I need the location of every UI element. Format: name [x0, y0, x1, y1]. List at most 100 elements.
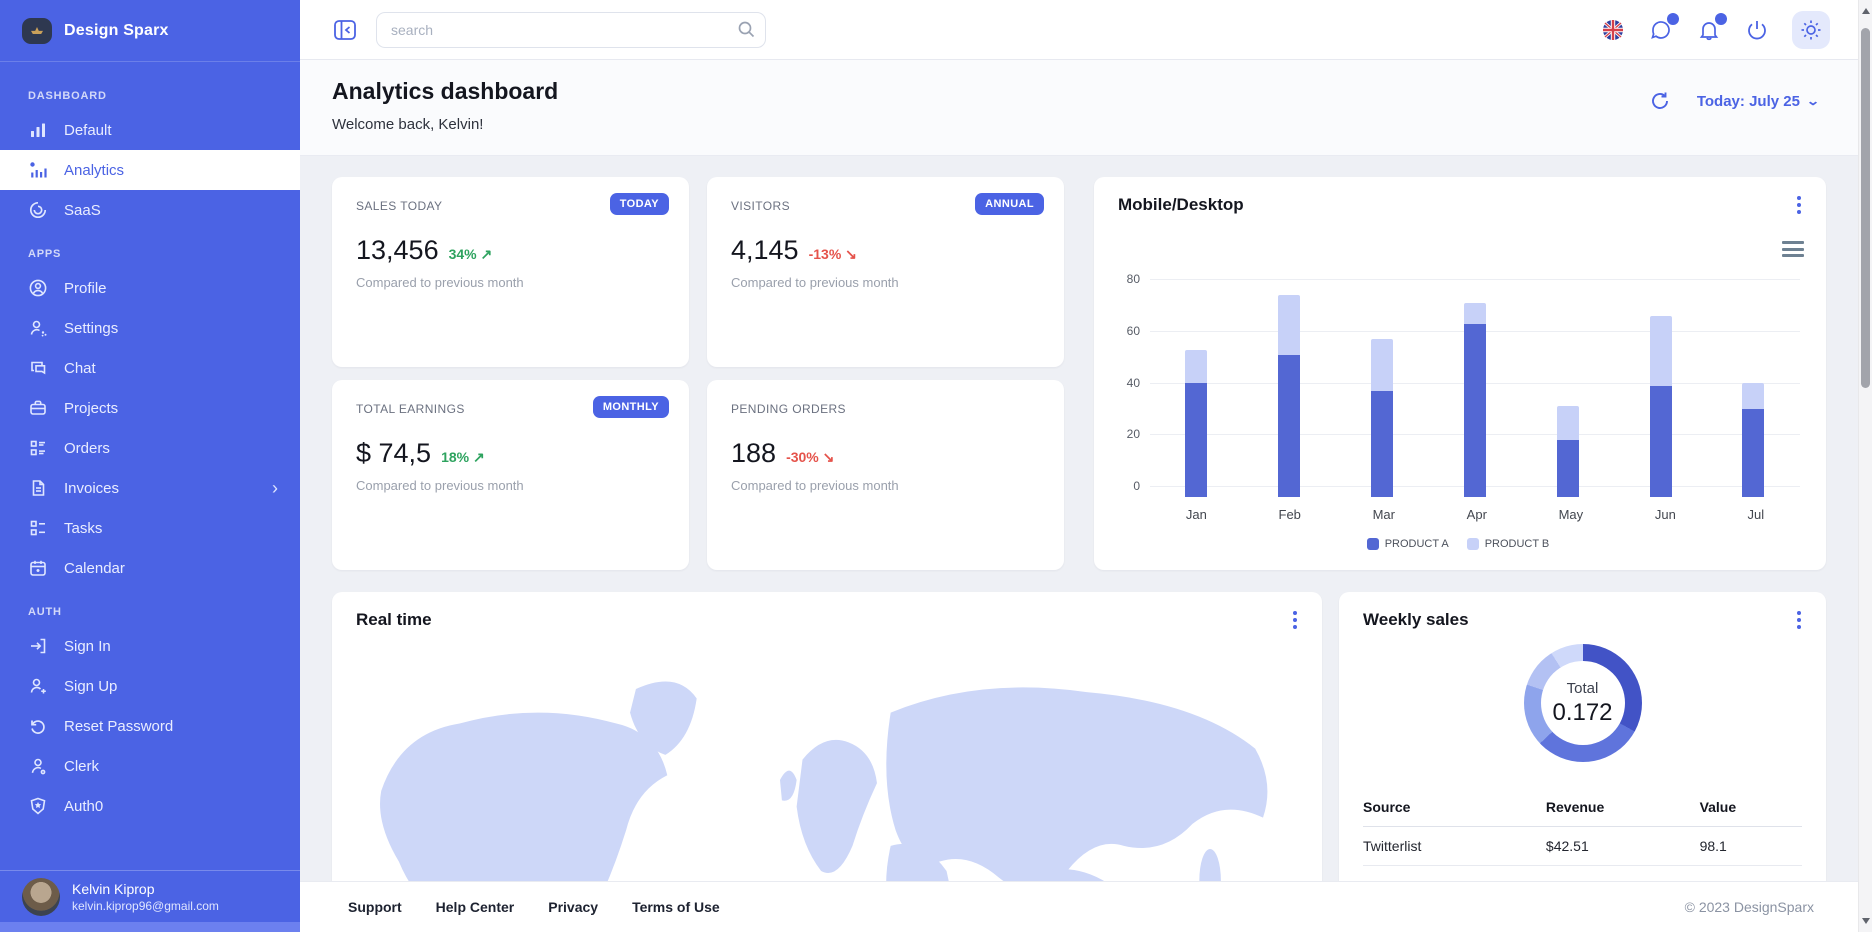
chevron-down-icon: ⌄	[1806, 94, 1820, 108]
stat-card-value: 188	[731, 438, 776, 469]
sidebar-item-profile[interactable]: Profile	[0, 268, 300, 308]
stat-card-sales-today: SALES TODAYTODAY 13,456 34% ↗ Compared t…	[332, 177, 689, 367]
legend-item[interactable]: PRODUCT A	[1367, 538, 1449, 550]
nav-section-label: DASHBOARD	[28, 90, 300, 102]
trend-up-arrow-icon: ↗	[473, 449, 485, 465]
sidebar-user[interactable]: Kelvin Kiprop kelvin.kiprop96@gmail.com	[0, 870, 300, 922]
y-axis-tick: 40	[1127, 376, 1140, 390]
page-subtitle: Welcome back, Kelvin!	[332, 116, 483, 133]
bar-segment-product-a	[1742, 409, 1764, 497]
clerk-user-icon	[28, 756, 48, 776]
sidebar-item-settings[interactable]: Settings	[0, 308, 300, 348]
stat-card-badge: TODAY	[610, 193, 669, 215]
sidebar-item-sign-up[interactable]: Sign Up	[0, 666, 300, 706]
bar-segment-product-b	[1557, 406, 1579, 440]
sidebar-item-chat[interactable]: Chat	[0, 348, 300, 388]
sidebar-item-reset-password[interactable]: Reset Password	[0, 706, 300, 746]
vertical-scrollbar[interactable]	[1858, 0, 1872, 932]
rotate-icon	[28, 716, 48, 736]
kebab-menu-icon[interactable]	[1790, 610, 1808, 630]
sidebar-item-sign-in[interactable]: Sign In	[0, 626, 300, 666]
table-cell: Twitterlist	[1363, 838, 1546, 854]
bar-segment-product-a	[1650, 386, 1672, 497]
sidebar-item-calendar[interactable]: Calendar	[0, 548, 300, 588]
sidebar-item-label: Clerk	[64, 758, 99, 775]
scroll-up-arrow-icon[interactable]	[1862, 8, 1870, 14]
bar-segment-product-b	[1464, 303, 1486, 324]
analytics-icon	[28, 160, 48, 180]
bar-apr	[1464, 303, 1486, 497]
sidebar-item-saas[interactable]: SaaS	[0, 190, 300, 230]
sidebar-item-orders[interactable]: Orders	[0, 428, 300, 468]
sidebar-item-tasks[interactable]: Tasks	[0, 508, 300, 548]
trend-down-arrow-icon: ↘	[823, 449, 835, 465]
scroll-down-arrow-icon[interactable]	[1862, 918, 1870, 924]
user-name: Kelvin Kiprop	[72, 881, 219, 897]
stat-card-caption: Compared to previous month	[356, 275, 524, 290]
brand-title: Design Sparx	[64, 22, 169, 40]
bar-segment-product-b	[1185, 350, 1207, 384]
footer-link-support[interactable]: Support	[348, 899, 402, 915]
sidebar-item-auth0[interactable]: Auth0	[0, 786, 300, 826]
stat-card-delta: -13% ↘	[809, 246, 857, 263]
sidebar-item-clerk[interactable]: Clerk	[0, 746, 300, 786]
trend-up-arrow-icon: ↗	[481, 246, 493, 262]
legend-item[interactable]: PRODUCT B	[1467, 538, 1550, 550]
kebab-menu-icon[interactable]	[1286, 610, 1304, 630]
kebab-menu-icon[interactable]	[1790, 195, 1808, 215]
topbar	[300, 0, 1858, 60]
search-icon[interactable]	[736, 19, 756, 39]
nav-section-label: AUTH	[28, 606, 300, 618]
messages-badge	[1667, 13, 1679, 25]
bar-segment-product-b	[1278, 295, 1300, 355]
footer: SupportHelp CenterPrivacyTerms of Use © …	[300, 881, 1858, 932]
brand[interactable]: Design Sparx	[0, 0, 300, 62]
sidebar-item-analytics[interactable]: Analytics	[0, 150, 300, 190]
sidebar: Design Sparx DASHBOARD Default Analytics Sa…	[0, 0, 300, 932]
notifications-icon[interactable]	[1696, 17, 1722, 43]
chart-menu-icon[interactable]	[1782, 241, 1804, 257]
power-icon[interactable]	[1744, 17, 1770, 43]
bar-jan	[1185, 350, 1207, 497]
table-header-cell: Value	[1700, 799, 1802, 815]
date-selector[interactable]: Today: July 25 ⌄	[1697, 93, 1818, 110]
sidebar-item-label: Auth0	[64, 798, 103, 815]
stat-card-value: $ 74,5	[356, 438, 431, 469]
nav-section-label: APPS	[28, 248, 300, 260]
realtime-title: Real time	[356, 610, 432, 630]
user-plus-icon	[28, 676, 48, 696]
page-header: Analytics dashboard Welcome back, Kelvin…	[300, 60, 1858, 156]
stat-card-badge: ANNUAL	[975, 193, 1044, 215]
stat-card-value: 13,456	[356, 235, 439, 266]
bar-segment-product-b	[1371, 339, 1393, 391]
legend-swatch-icon	[1367, 538, 1379, 550]
scrollbar-thumb[interactable]	[1861, 28, 1870, 388]
sidebar-item-label: Chat	[64, 360, 96, 377]
y-axis-tick: 60	[1127, 324, 1140, 338]
sidebar-item-label: SaaS	[64, 202, 101, 219]
sidebar-item-invoices[interactable]: Invoices›	[0, 468, 300, 508]
stat-card-pending-orders: PENDING ORDERS 188 -30% ↘ Compared to pr…	[707, 380, 1064, 570]
stat-card-delta: -30% ↘	[786, 449, 834, 466]
sidebar-item-default[interactable]: Default	[0, 110, 300, 150]
footer-link-privacy[interactable]: Privacy	[548, 899, 598, 915]
messages-icon[interactable]	[1648, 17, 1674, 43]
sidebar-item-projects[interactable]: Projects	[0, 388, 300, 428]
x-axis-label: Jun	[1655, 507, 1676, 522]
footer-link-help-center[interactable]: Help Center	[436, 899, 515, 915]
chart-legend: PRODUCT A PRODUCT B	[1116, 538, 1800, 550]
sidebar-bottom-strip	[0, 922, 300, 932]
footer-link-terms-of-use[interactable]: Terms of Use	[632, 899, 720, 915]
footer-links: Support Help Center Privacy Terms of Use	[348, 899, 720, 915]
stat-card-value: 4,145	[731, 235, 799, 266]
y-axis-tick: 0	[1133, 479, 1140, 493]
topbar-icons	[1600, 11, 1830, 49]
uk-flag-icon[interactable]	[1600, 17, 1626, 43]
refresh-icon[interactable]	[1649, 90, 1671, 112]
sidebar-item-label: Analytics	[64, 162, 124, 179]
search-input[interactable]	[376, 12, 766, 48]
table-header-cell: Revenue	[1546, 799, 1700, 815]
theme-sun-icon[interactable]	[1792, 11, 1830, 49]
invoice-icon	[28, 478, 48, 498]
collapse-sidebar-icon[interactable]	[332, 17, 358, 43]
